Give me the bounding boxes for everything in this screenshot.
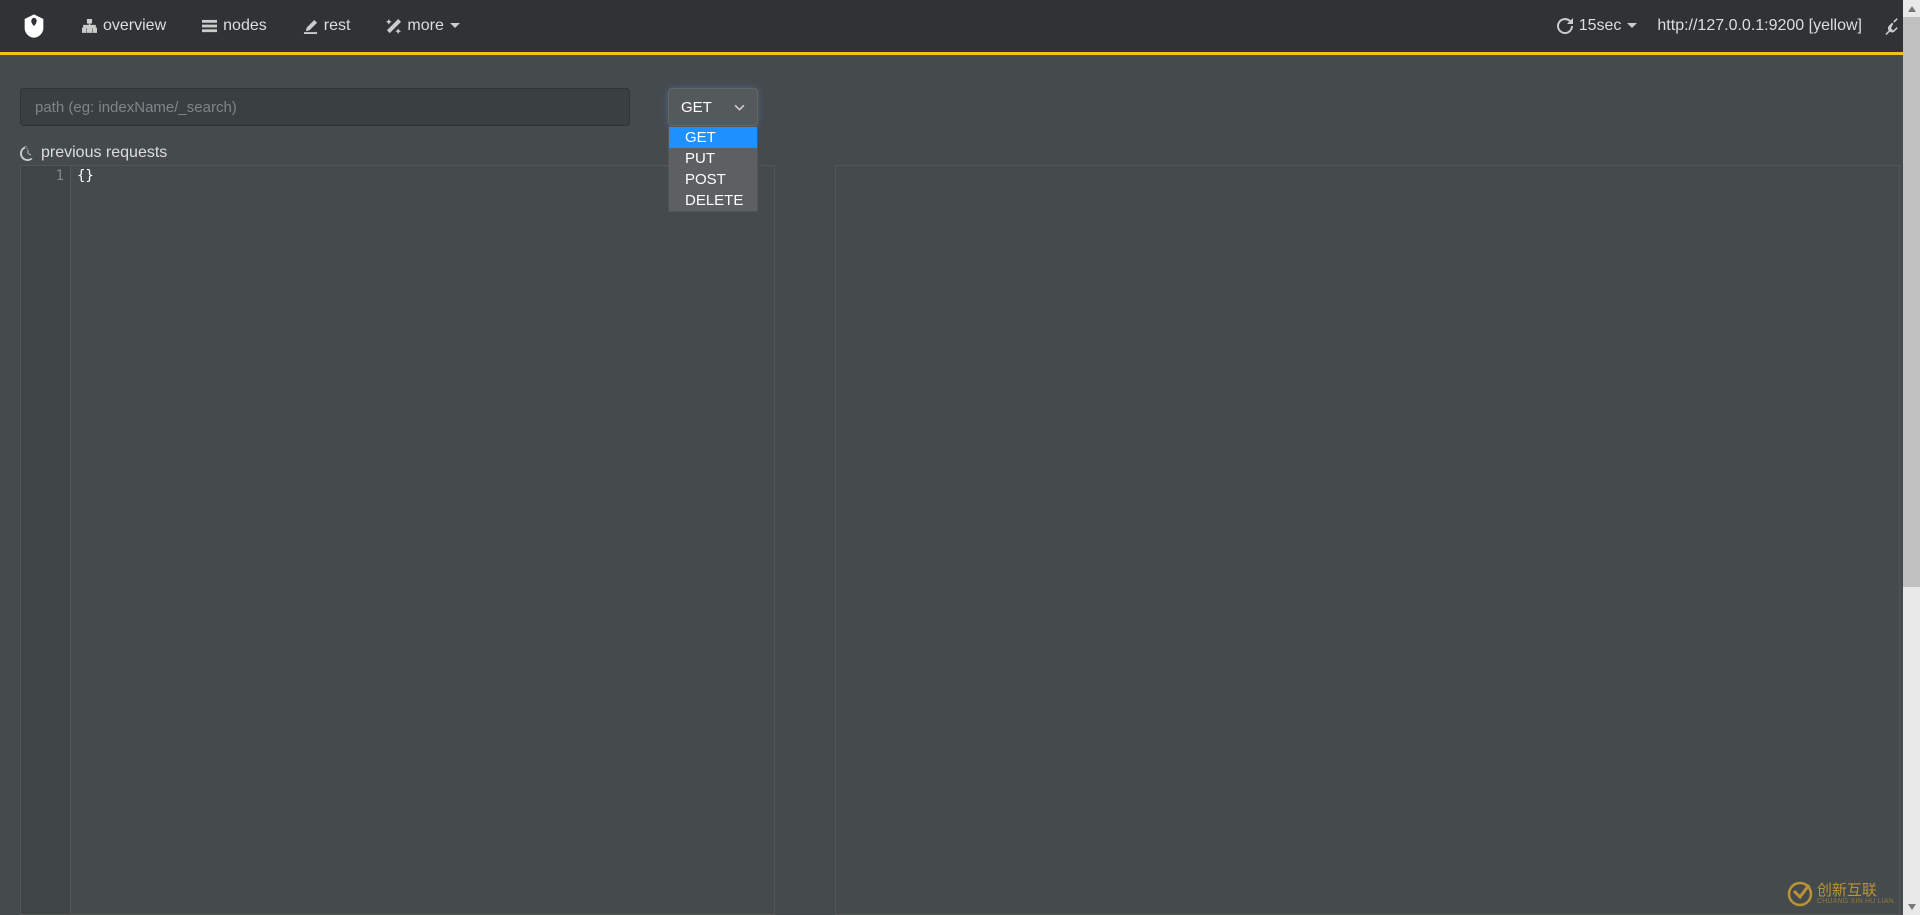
- panels: 1 {}: [20, 165, 1900, 915]
- edit-icon: [303, 19, 318, 34]
- previous-requests[interactable]: previous requests: [20, 144, 1900, 162]
- watermark-text: 创新互联 CHUANG XIN HU LIAN: [1817, 883, 1894, 905]
- caret-down-icon: [450, 21, 460, 31]
- editor-gutter: 1: [21, 166, 71, 914]
- method-select[interactable]: GET: [668, 88, 758, 126]
- magic-icon: [386, 19, 401, 34]
- refresh-label: 15sec: [1579, 17, 1622, 35]
- nav-overview[interactable]: overview: [68, 9, 180, 43]
- watermark: 创新互联 CHUANG XIN HU LIAN: [1787, 881, 1894, 907]
- scroll-down-arrow[interactable]: [1903, 898, 1920, 915]
- app-logo: [20, 12, 48, 40]
- method-option-get[interactable]: GET: [669, 127, 757, 148]
- refresh-interval[interactable]: 15sec: [1557, 17, 1638, 35]
- host-label: http://127.0.0.1:9200 [yellow]: [1657, 17, 1862, 35]
- request-editor[interactable]: 1 {}: [20, 165, 775, 915]
- nav-nodes[interactable]: nodes: [188, 9, 281, 43]
- scroll-track[interactable]: [1903, 17, 1920, 898]
- editor-content[interactable]: {}: [71, 166, 774, 914]
- scroll-up-arrow[interactable]: [1903, 0, 1920, 17]
- nav-rest[interactable]: rest: [289, 9, 365, 43]
- page-scrollbar[interactable]: [1903, 0, 1920, 915]
- list-icon: [202, 19, 217, 34]
- sitemap-icon: [82, 19, 97, 34]
- main-content: GET GET PUT POST DELETE previous request…: [0, 55, 1920, 915]
- request-row: GET GET PUT POST DELETE: [20, 88, 1900, 126]
- history-icon: [20, 146, 35, 161]
- navbar: overview nodes rest more 15sec: [0, 0, 1920, 52]
- chevron-down-icon: [734, 102, 745, 113]
- nav-rest-label: rest: [324, 17, 351, 35]
- nav-more[interactable]: more: [372, 9, 473, 43]
- response-panel: [835, 165, 1900, 915]
- nav-nodes-label: nodes: [223, 17, 267, 35]
- plug-icon[interactable]: [1882, 17, 1900, 35]
- line-number: 1: [21, 168, 70, 184]
- method-option-delete[interactable]: DELETE: [669, 190, 757, 211]
- scroll-thumb[interactable]: [1903, 17, 1920, 587]
- nav-overview-label: overview: [103, 17, 166, 35]
- nav-more-label: more: [407, 17, 443, 35]
- method-selected: GET: [681, 99, 712, 116]
- watermark-main: 创新互联: [1817, 883, 1894, 898]
- method-dropdown: GET PUT POST DELETE: [668, 126, 758, 212]
- request-panel: 1 {}: [20, 165, 775, 915]
- method-option-put[interactable]: PUT: [669, 148, 757, 169]
- previous-requests-label: previous requests: [41, 144, 167, 162]
- watermark-logo-icon: [1787, 881, 1813, 907]
- method-select-container: GET GET PUT POST DELETE: [668, 88, 758, 126]
- refresh-icon: [1557, 18, 1573, 34]
- method-option-post[interactable]: POST: [669, 169, 757, 190]
- path-input[interactable]: [20, 88, 630, 126]
- caret-down-icon: [1627, 21, 1637, 31]
- watermark-sub: CHUANG XIN HU LIAN: [1817, 898, 1894, 905]
